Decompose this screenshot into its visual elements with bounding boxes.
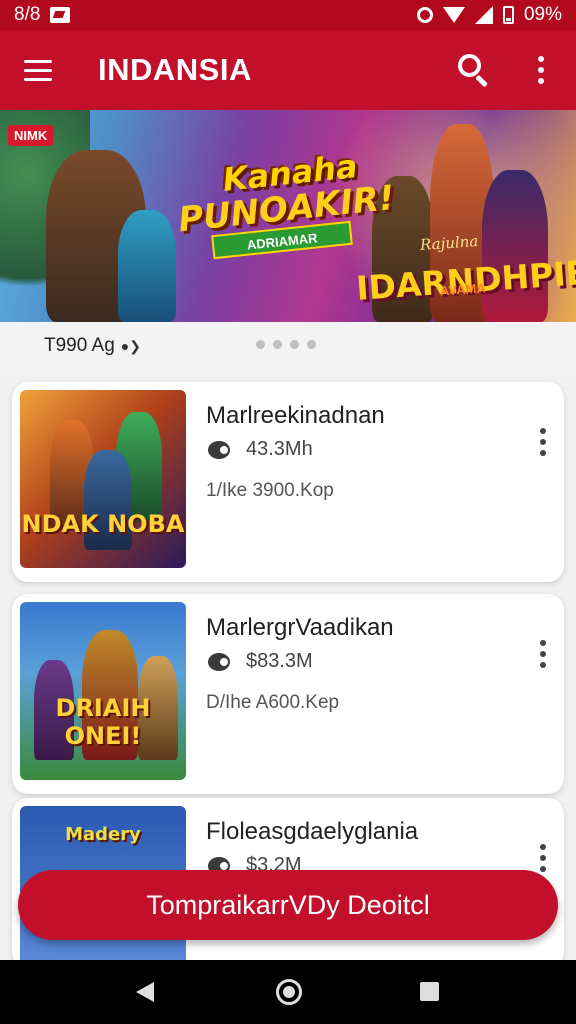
- primary-cta-button[interactable]: TompraikarrVDy Deoitcl: [18, 870, 558, 940]
- pager-dot[interactable]: [290, 340, 299, 349]
- game-stat: 43.3Mh: [206, 438, 313, 461]
- thumb-title: DRIAIH ONEI!: [55, 694, 151, 750]
- game-title: MarlergrVaadikan: [206, 614, 394, 641]
- home-icon[interactable]: [276, 979, 302, 1005]
- battery-icon: [502, 6, 514, 24]
- pager-dot[interactable]: [307, 340, 316, 349]
- signal-icon: [474, 6, 493, 24]
- game-stat-value: 43.3Mh: [246, 438, 313, 460]
- subbar-label: T990 Ag: [44, 335, 115, 356]
- thumb-title: Madery: [65, 824, 141, 845]
- back-icon[interactable]: [136, 982, 154, 1002]
- search-icon[interactable]: [458, 54, 490, 88]
- game-card[interactable]: DRIAIH ONEI! MarlergrVaadikan $83.3M D/I…: [12, 594, 564, 794]
- more-vert-icon[interactable]: [540, 640, 546, 668]
- battery-percent: 09%: [523, 4, 562, 25]
- game-subtitle: D/Ihe A600.Kep: [206, 692, 340, 713]
- more-vert-icon[interactable]: [540, 428, 546, 456]
- banner-tag: NIMK: [8, 125, 54, 146]
- game-thumbnail: NDAK NOBA: [20, 390, 186, 568]
- banner-hero-5: [482, 170, 548, 322]
- game-title: Floleasgdaelyglania: [206, 818, 419, 845]
- featured-banner[interactable]: NIMK Kanaha PUNOAKIR! ADRIAMAR Rajulna I…: [0, 110, 576, 322]
- gamepad-icon: [206, 439, 236, 461]
- game-stat-value: $83.3M: [246, 650, 313, 672]
- chevron-right-icon[interactable]: ●❯: [121, 338, 141, 355]
- banner-right-sub: AVAMA: [439, 280, 487, 299]
- carousel-subbar: T990 Ag ●❯: [0, 322, 576, 370]
- menu-icon[interactable]: [24, 59, 52, 81]
- pager-dot[interactable]: [273, 340, 282, 349]
- notification-icon: [50, 7, 71, 23]
- app-title: INDANSIA: [98, 52, 252, 87]
- pager-dot[interactable]: [256, 340, 265, 349]
- game-subtitle: 1/Ike 3900.Kop: [206, 480, 334, 501]
- carousel-pager: [256, 340, 316, 349]
- game-thumbnail: DRIAIH ONEI!: [20, 602, 186, 780]
- app-bar: INDANSIA: [0, 30, 576, 110]
- gamepad-icon: [206, 651, 236, 673]
- alarm-icon: [416, 7, 433, 23]
- status-left-text: 8/8: [14, 4, 41, 25]
- game-card[interactable]: NDAK NOBA Marlreekinadnan 43.3Mh 1/Ike 3…: [12, 382, 564, 582]
- recents-icon[interactable]: [420, 982, 439, 1001]
- status-bar: 8/8 09%: [0, 0, 576, 30]
- more-vert-icon[interactable]: [538, 56, 546, 84]
- banner-hero-2: [118, 210, 176, 322]
- system-nav-bar: [0, 960, 576, 1024]
- wifi-icon: [442, 7, 465, 23]
- game-title: Marlreekinadnan: [206, 402, 385, 429]
- game-stat: $83.3M: [206, 650, 313, 673]
- thumb-title: NDAK NOBA: [21, 510, 185, 538]
- more-vert-icon[interactable]: [540, 844, 546, 872]
